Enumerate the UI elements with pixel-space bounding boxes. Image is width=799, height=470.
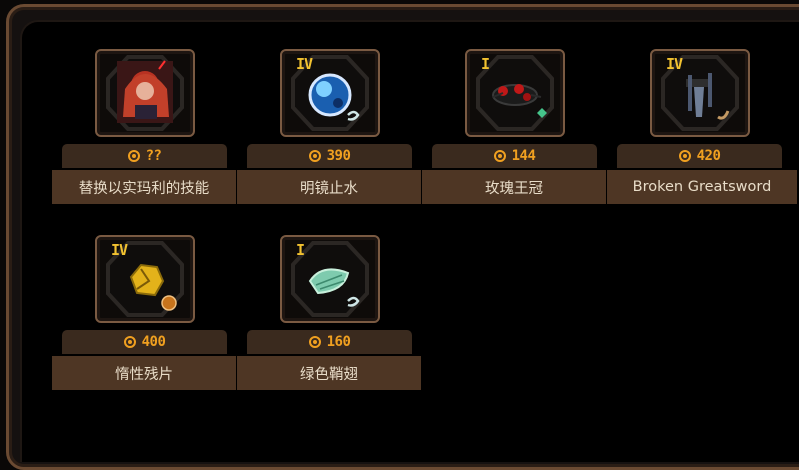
price-tag: 390	[247, 144, 412, 168]
item-price: 400	[141, 334, 166, 350]
item-thumbnail: I	[280, 235, 380, 323]
item-thumbnail: IV	[280, 49, 380, 137]
tier-label: I	[296, 241, 305, 259]
coin-icon	[308, 336, 321, 348]
item-thumbnail: IV	[95, 235, 195, 323]
item-name: 玫瑰王冠	[422, 170, 606, 204]
item-price: 390	[326, 148, 351, 164]
item-name: 绿色鞘翅	[237, 356, 421, 390]
price-tag: 420	[617, 144, 782, 168]
item-price: 144	[511, 148, 536, 164]
tier-label: I	[481, 55, 490, 73]
price-tag: 160	[247, 330, 412, 354]
coin-icon	[127, 150, 140, 162]
item-name: 明镜止水	[237, 170, 421, 204]
ishmael-portrait-icon	[117, 60, 173, 123]
item-thumbnail	[95, 49, 195, 137]
coin-icon	[308, 150, 321, 162]
coin-icon	[123, 336, 136, 348]
item-thumbnail: IV	[650, 49, 750, 137]
item-thumbnail: I	[465, 49, 565, 137]
item-price: ??	[145, 148, 162, 164]
price-tag: 400	[62, 330, 227, 354]
price-tag: ??	[62, 144, 227, 168]
tier-label: IV	[111, 241, 128, 259]
tier-label: IV	[296, 55, 313, 73]
coin-icon	[678, 150, 691, 162]
coin-icon	[493, 150, 506, 162]
price-tag: 144	[432, 144, 597, 168]
item-name: 惰性残片	[52, 356, 236, 390]
item-name: 替换以实玛利的技能	[52, 170, 236, 204]
tier-label: IV	[666, 55, 683, 73]
item-name: Broken Greatsword	[607, 170, 797, 204]
item-price: 420	[696, 148, 721, 164]
item-price: 160	[326, 334, 351, 350]
